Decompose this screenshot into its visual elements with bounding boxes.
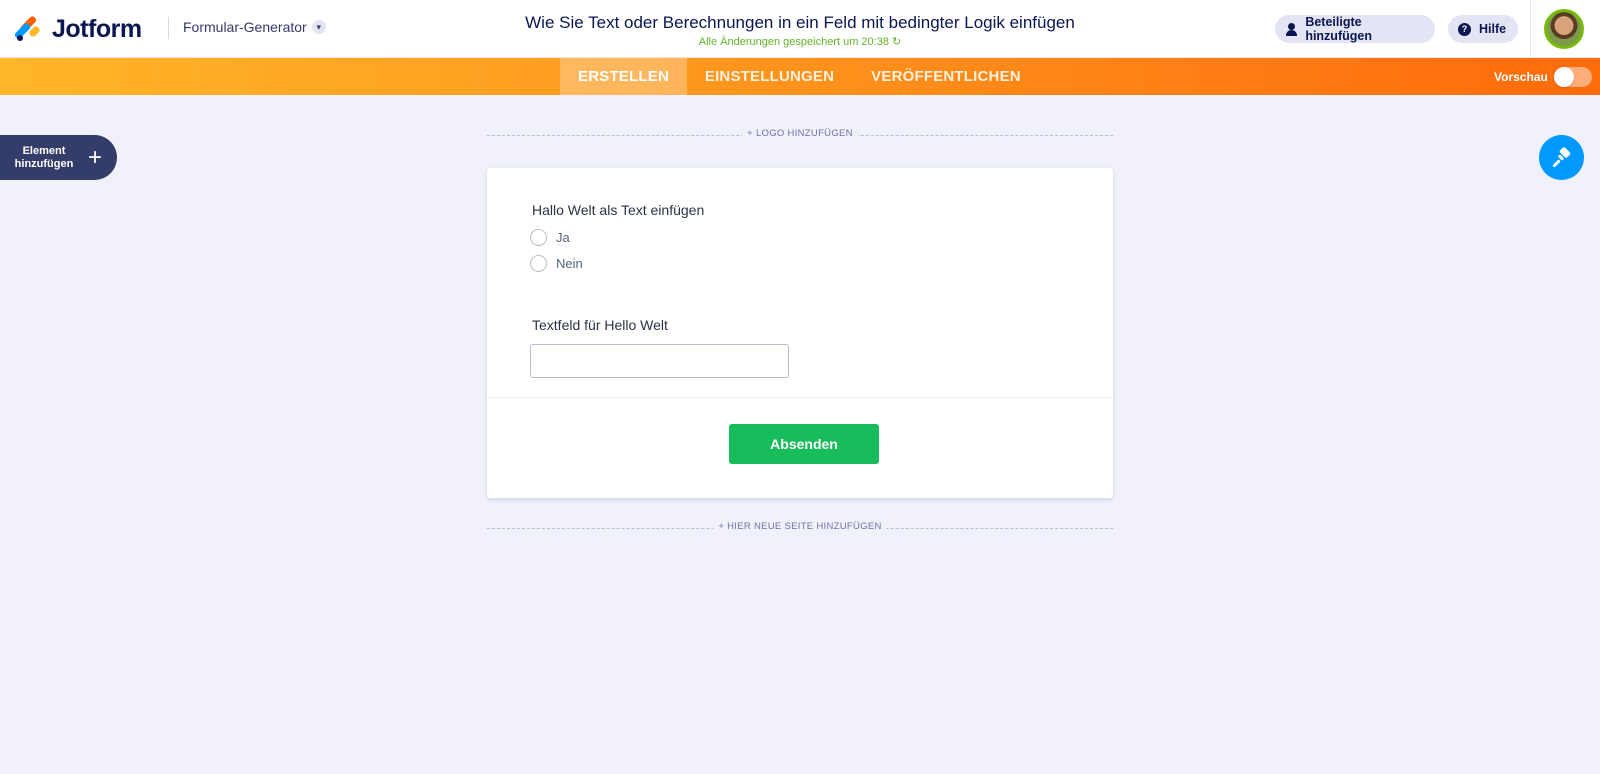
add-page-line[interactable]: + HIER NEUE SEITE HINZUFÜGEN	[487, 521, 1113, 535]
radio-circle[interactable]	[530, 255, 547, 272]
top-header: Jotform Formular-Generator ▾ Wie Sie Tex…	[0, 0, 1600, 58]
add-element-label-line1: Element	[22, 144, 66, 157]
add-page-label[interactable]: + HIER NEUE SEITE HINZUFÜGEN	[713, 521, 887, 532]
radio-circle[interactable]	[530, 229, 547, 246]
hello-welt-text-input[interactable]	[530, 344, 789, 378]
submit-button[interactable]: Absenden	[729, 424, 879, 464]
paint-roller-icon	[1552, 146, 1570, 167]
preview-toggle-area: Vorschau	[1494, 58, 1592, 95]
preview-toggle[interactable]	[1553, 66, 1592, 87]
form-card: Hallo Welt als Text einfügen Ja Nein Tex…	[487, 168, 1113, 498]
question-label-radio[interactable]: Hallo Welt als Text einfügen	[532, 202, 704, 218]
tab-create[interactable]: ERSTELLEN	[560, 58, 687, 95]
add-element-button[interactable]: Element hinzufügen +	[0, 135, 117, 180]
invite-label: Beteiligte hinzufügen	[1305, 15, 1372, 43]
question-label-textbox[interactable]: Textfeld für Hello Welt	[532, 317, 668, 333]
preview-label: Vorschau	[1494, 69, 1548, 84]
add-logo-label[interactable]: + LOGO HINZUFÜGEN	[742, 128, 858, 139]
toggle-knob	[1553, 66, 1574, 87]
form-divider	[487, 397, 1113, 398]
radio-option-label: Nein	[556, 256, 583, 271]
radio-option-nein[interactable]: Nein	[530, 255, 583, 272]
save-status-text: Alle Änderungen gespeichert um 20:38	[698, 36, 889, 48]
avatar-area	[1530, 0, 1600, 58]
help-button[interactable]: ? Hilfe	[1448, 15, 1518, 43]
refresh-icon[interactable]: ↻	[892, 36, 901, 48]
add-element-label-line2: hinzufügen	[14, 157, 74, 170]
radio-option-label: Ja	[556, 230, 570, 245]
builder-nav: ERSTELLEN EINSTELLUNGEN VERÖFFENTLICHEN …	[0, 58, 1600, 95]
form-designer-button[interactable]	[1539, 135, 1584, 180]
invite-button[interactable]: Beteiligte hinzufügen	[1275, 15, 1435, 43]
plus-icon: +	[88, 143, 103, 171]
user-icon	[1285, 22, 1298, 36]
add-logo-line[interactable]: + LOGO HINZUFÜGEN	[487, 128, 1113, 142]
avatar[interactable]	[1544, 9, 1584, 49]
add-element-label: Element hinzufügen	[0, 145, 88, 171]
radio-option-ja[interactable]: Ja	[530, 229, 570, 246]
help-icon: ?	[1458, 22, 1471, 36]
help-label: Hilfe	[1479, 22, 1507, 36]
tab-publish[interactable]: VERÖFFENTLICHEN	[852, 58, 1040, 95]
tab-settings[interactable]: EINSTELLUNGEN	[687, 58, 852, 95]
